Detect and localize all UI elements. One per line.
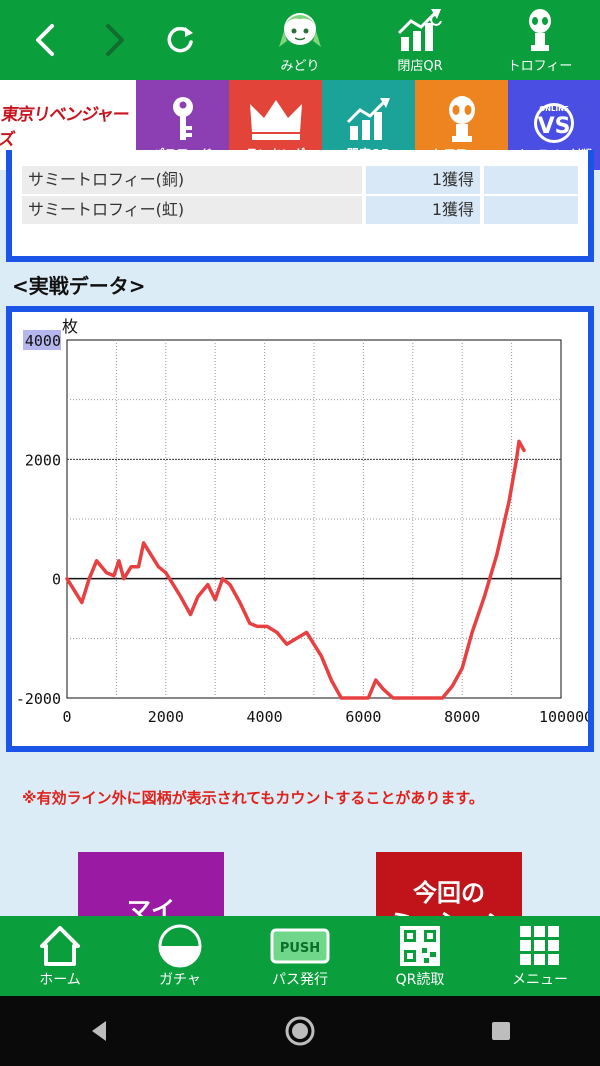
nav-gacha[interactable]: ガチャ bbox=[120, 916, 240, 996]
current-mission-line1: 今回の bbox=[413, 879, 485, 907]
y-axis-label: 枚 bbox=[62, 317, 78, 336]
forward-button[interactable] bbox=[90, 0, 140, 80]
y-tick-label: -2000 bbox=[16, 690, 61, 708]
trophy-count: 1獲得 bbox=[366, 196, 480, 224]
push-icon: PUSH bbox=[270, 923, 330, 969]
qr-code-icon bbox=[398, 923, 442, 969]
trophy-row: サミートロフィー(虹) 1獲得 bbox=[22, 196, 578, 224]
midori-label: みどり bbox=[280, 58, 320, 74]
system-recents-icon[interactable] bbox=[486, 1016, 516, 1046]
alien-trophy-icon bbox=[515, 7, 565, 53]
top-nav-bar: みどり 閉店QR トロフィー bbox=[0, 0, 600, 80]
nav-gacha-label: ガチャ bbox=[159, 972, 201, 988]
reload-icon bbox=[167, 26, 193, 53]
nav-pass-label: パス発行 bbox=[272, 972, 328, 988]
capsule-icon bbox=[157, 923, 203, 969]
home-icon bbox=[38, 923, 82, 969]
trophy-count: 1獲得 bbox=[366, 166, 480, 194]
back-button[interactable] bbox=[20, 0, 70, 80]
trophy-name: サミートロフィー(虹) bbox=[22, 196, 362, 224]
chart-up-icon bbox=[339, 93, 399, 145]
reload-button[interactable] bbox=[155, 0, 205, 80]
system-nav-bar bbox=[0, 996, 600, 1066]
midori-button[interactable]: みどり bbox=[262, 0, 338, 80]
bottom-nav-bar: ホーム ガチャ PUSH パス発行 QR読取 メニュー bbox=[0, 916, 600, 996]
x-tick-label: 6000 bbox=[345, 708, 381, 726]
chevron-left-icon bbox=[36, 24, 54, 56]
trophy-top-label: トロフィー bbox=[507, 58, 573, 74]
closed-qr-top-button[interactable]: 閉店QR bbox=[382, 0, 458, 80]
x-tick-label: 2000 bbox=[148, 708, 184, 726]
system-home-icon[interactable] bbox=[283, 1014, 317, 1048]
x-tick-label: 4000 bbox=[247, 708, 283, 726]
push-text: PUSH bbox=[280, 941, 320, 956]
play-data-chart: 枚400020000-20000 2000 4000 6000 8000 10000G bbox=[16, 317, 593, 726]
game-logo-text: 東京リベンジャーズ bbox=[0, 105, 130, 150]
vs-online-text: ONLINE bbox=[539, 105, 569, 113]
alien-icon bbox=[432, 93, 492, 145]
crown-icon bbox=[246, 93, 306, 145]
key-icon bbox=[153, 93, 213, 145]
section-title: <実戦データ> bbox=[12, 274, 146, 298]
play-data-chart-card: 枚 4000 2000 0 -2000 0 2000 4000 6000 8000 10000G bbox=[6, 306, 594, 752]
trophy-extra-cell bbox=[484, 166, 578, 194]
y-tick-label: 4000 bbox=[25, 332, 61, 350]
nav-home[interactable]: ホーム bbox=[0, 916, 120, 996]
x-tick-label: 8000 bbox=[444, 708, 480, 726]
midori-character-icon bbox=[275, 7, 325, 53]
system-back-icon[interactable] bbox=[84, 1016, 114, 1046]
grid-menu-icon bbox=[518, 923, 562, 969]
nav-home-label: ホーム bbox=[39, 972, 81, 988]
trophy-list-card: サミートロフィー(銅) 1獲得 サミートロフィー(虹) 1獲得 bbox=[6, 150, 594, 262]
closed-qr-chart-icon bbox=[395, 7, 445, 53]
nav-qr-read[interactable]: QR読取 bbox=[360, 916, 480, 996]
vs-online-icon: VS ONLINE bbox=[524, 94, 584, 146]
y-tick-label: 2000 bbox=[25, 451, 61, 469]
nav-menu[interactable]: メニュー bbox=[480, 916, 600, 996]
trophy-row: サミートロフィー(銅) 1獲得 bbox=[22, 166, 578, 194]
trophy-top-button[interactable]: トロフィー bbox=[500, 0, 580, 80]
x-tick-label: 10000G bbox=[539, 708, 588, 726]
closed-qr-top-label: 閉店QR bbox=[397, 58, 443, 74]
notice-text: ※有効ライン外に図柄が表示されてもカウントすることがあります。 bbox=[22, 789, 484, 807]
vs-text: VS bbox=[538, 114, 571, 139]
nav-qr-read-label: QR読取 bbox=[395, 972, 445, 988]
nav-menu-label: メニュー bbox=[512, 972, 568, 988]
x-tick-label: 0 bbox=[62, 708, 71, 726]
trophy-name: サミートロフィー(銅) bbox=[22, 166, 362, 194]
y-tick-label: 0 bbox=[52, 571, 61, 589]
trophy-extra-cell bbox=[484, 196, 578, 224]
nav-pass[interactable]: PUSH パス発行 bbox=[240, 916, 360, 996]
chevron-right-icon bbox=[106, 24, 124, 56]
